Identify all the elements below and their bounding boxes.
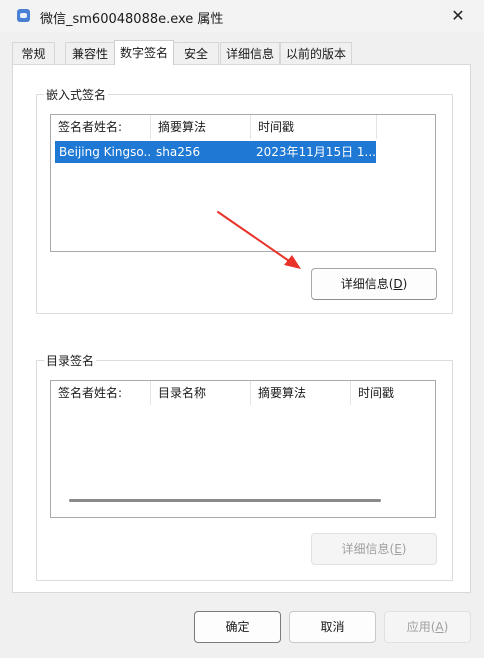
annotation-arrow-icon — [217, 211, 301, 269]
tab-digital-signatures[interactable]: 数字签名 — [114, 40, 174, 65]
